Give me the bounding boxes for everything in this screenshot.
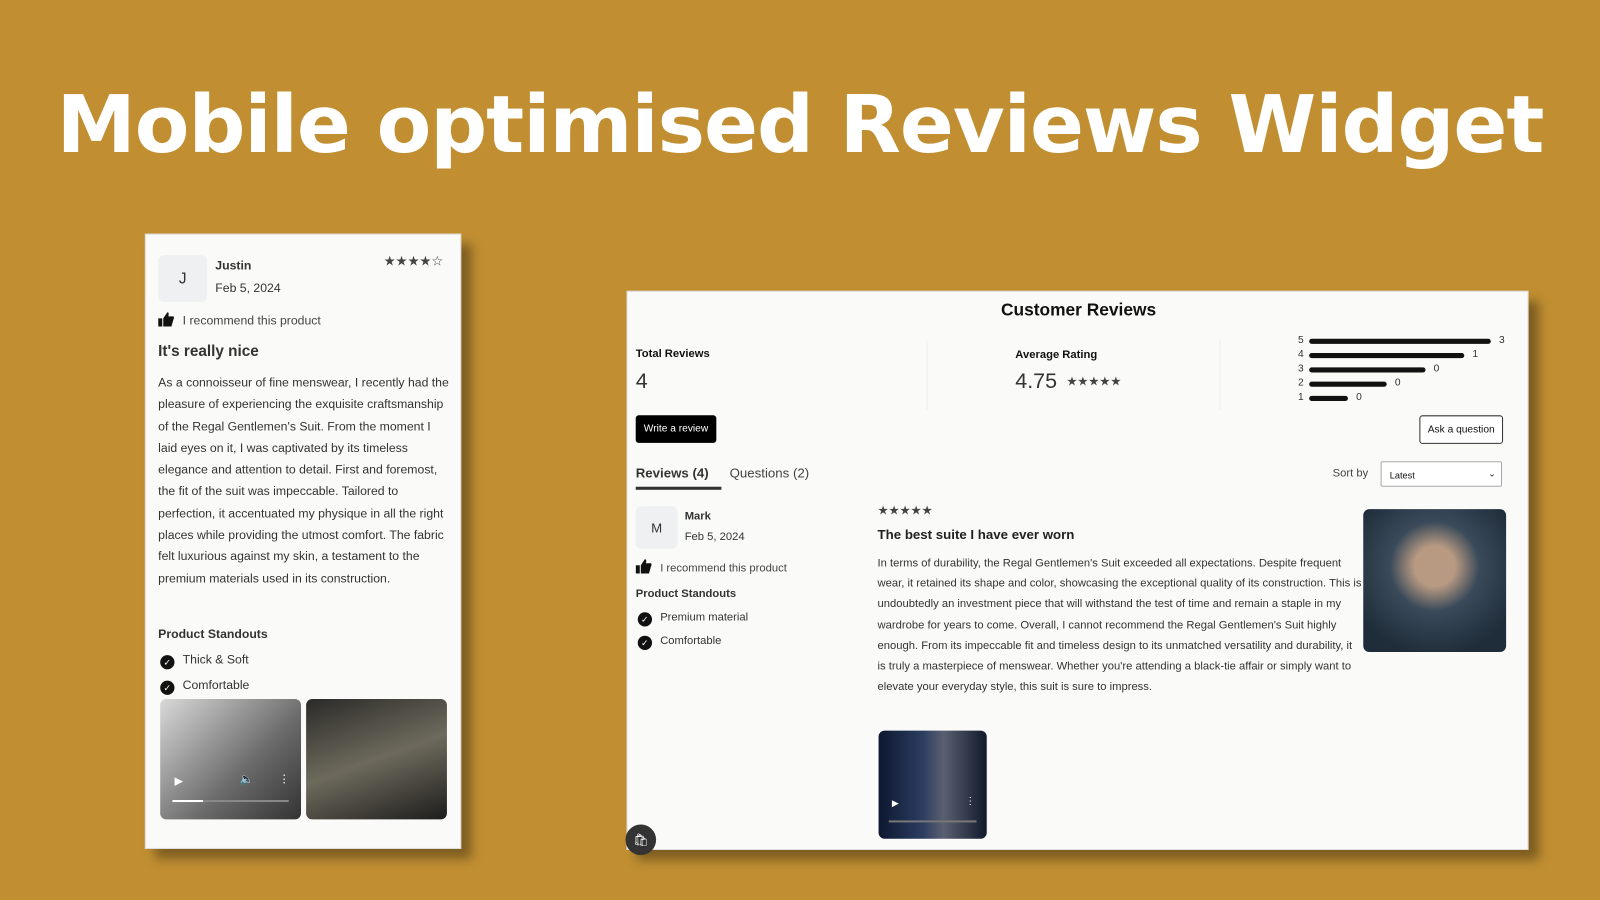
review-date: Feb 5, 2024 [215, 280, 281, 295]
distribution-count: 0 [1433, 363, 1440, 375]
tab-reviews[interactable]: Reviews (4) [635, 465, 722, 490]
star-rating: ★★★★☆ [383, 253, 444, 269]
avatar: M [635, 506, 678, 549]
divider [926, 340, 928, 411]
standout-item: ✓ Comfortable [160, 678, 249, 695]
standout-item: ✓ Comfortable [637, 634, 722, 650]
standout-label: Comfortable [660, 634, 722, 647]
average-stars: ★★★★★ [1066, 374, 1122, 389]
review-video[interactable]: ▶ ⋮ [878, 730, 987, 839]
mobile-review-card: J Justin Feb 5, 2024 ★★★★☆ I recommend t… [144, 233, 462, 849]
review-photo[interactable] [306, 698, 447, 820]
distribution-count: 0 [1394, 377, 1401, 389]
reviewer-name: Justin [215, 258, 252, 273]
sort-label: Sort by [1332, 467, 1369, 480]
more-options-icon[interactable]: ⋮ [965, 796, 975, 807]
distribution-bar [1309, 395, 1348, 402]
distribution-bar [1309, 338, 1491, 344]
tab-questions[interactable]: Questions (2) [730, 465, 810, 480]
review-title: It's really nice [158, 342, 259, 361]
play-icon[interactable]: ▶ [892, 798, 899, 809]
recommend-line: I recommend this product [635, 559, 787, 575]
standouts-title: Product Standouts [635, 587, 737, 600]
distribution-count: 0 [1356, 391, 1362, 404]
review-video[interactable]: ▶ 🔈 ⋮ [160, 698, 302, 820]
distribution-count: 3 [1498, 334, 1505, 346]
standout-item: ✓ Thick & Soft [160, 652, 249, 670]
distribution-bar [1309, 381, 1387, 387]
recommend-line: I recommend this product [158, 312, 321, 328]
review-body: As a connoisseur of fine menswear, I rec… [158, 375, 449, 586]
sort-select[interactable]: Latest ⌄ [1380, 461, 1503, 487]
volume-icon[interactable]: 🔈 [240, 772, 254, 785]
distribution-bar [1309, 353, 1465, 359]
check-icon: ✓ [160, 655, 175, 670]
recommend-text: I recommend this product [660, 562, 787, 575]
review-photo[interactable] [1363, 509, 1507, 653]
distribution-star-label: 2 [1297, 377, 1304, 389]
play-icon[interactable]: ▶ [174, 774, 183, 788]
review-date: Feb 5, 2024 [684, 530, 745, 543]
desktop-reviews-widget: Customer Reviews Total Reviews 4 Average… [625, 290, 1529, 856]
check-icon: ✓ [160, 680, 175, 695]
write-review-button[interactable]: Write a review [635, 415, 717, 443]
recommend-text: I recommend this product [182, 313, 321, 328]
distribution-star-label: 1 [1297, 391, 1304, 404]
check-icon: ✓ [637, 635, 653, 650]
total-reviews-label: Total Reviews [635, 347, 710, 361]
chevron-down-icon: ⌄ [1488, 468, 1496, 479]
standouts-title: Product Standouts [158, 626, 268, 641]
ask-question-button[interactable]: Ask a question [1419, 415, 1504, 444]
reviewer-name: Mark [684, 510, 711, 523]
check-icon: ✓ [637, 612, 653, 627]
star-rating: ★★★★★ [877, 503, 933, 518]
distribution-count: 1 [1472, 348, 1479, 361]
video-progress[interactable] [172, 799, 289, 803]
thumbs-up-icon [635, 559, 652, 574]
distribution-star-label: 5 [1297, 334, 1304, 346]
review-body: In terms of durability, the Regal Gentle… [877, 557, 1362, 694]
standout-label: Comfortable [182, 677, 250, 692]
widget-title: Customer Reviews [1000, 299, 1157, 320]
thumbs-up-icon [158, 312, 174, 327]
avatar: J [158, 255, 208, 303]
video-progress[interactable] [888, 820, 977, 823]
average-rating-value: 4.75 [1015, 369, 1058, 393]
average-rating-label: Average Rating [1015, 348, 1098, 362]
distribution-bar [1309, 367, 1426, 373]
distribution-star-label: 3 [1297, 363, 1304, 375]
headline: Mobile optimised Reviews Widget [56, 79, 1545, 172]
standout-label: Thick & Soft [182, 652, 249, 667]
review-title: The best suite I have ever worn [877, 526, 1075, 542]
standout-label: Premium material [660, 611, 749, 624]
divider [1219, 340, 1221, 411]
sort-value: Latest [1389, 470, 1415, 481]
total-reviews-value: 4 [635, 369, 648, 393]
distribution-star-label: 4 [1297, 348, 1304, 361]
more-options-icon[interactable]: ⋮ [279, 772, 290, 785]
standout-item: ✓ Premium material [637, 611, 749, 627]
shop-badge-icon[interactable]: 🛍 [625, 824, 657, 856]
